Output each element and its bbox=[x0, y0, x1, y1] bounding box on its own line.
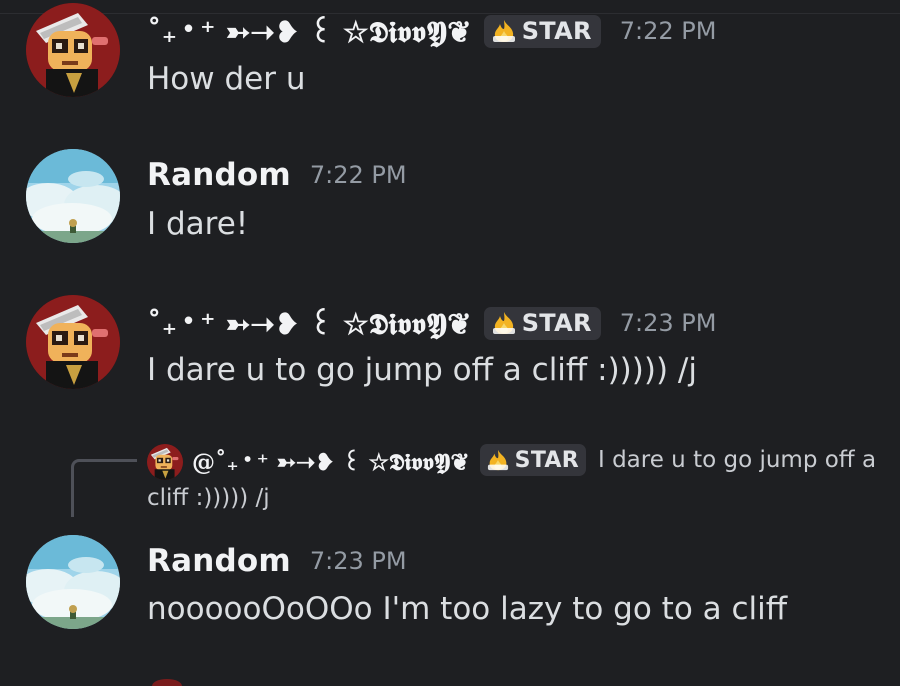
message-header: Random 7:23 PM bbox=[147, 543, 407, 579]
anime-character-avatar-icon bbox=[26, 3, 120, 97]
sky-clouds-avatar-icon bbox=[26, 149, 120, 243]
message-text: I dare! bbox=[147, 206, 249, 242]
avatar[interactable] bbox=[26, 295, 120, 389]
timestamp[interactable]: 7:22 PM bbox=[620, 17, 717, 45]
reply-header: @˚₊‧⁺ ➳➝❥ ꒰ ☆𝕯𝖎𝖛𝖛𝖄❦ STAR I dare u to go … bbox=[192, 444, 876, 476]
reply-text-continued[interactable]: cliff :))))) /j bbox=[147, 485, 270, 511]
reply-connector-line bbox=[71, 459, 137, 517]
flame-icon bbox=[491, 19, 517, 43]
avatar[interactable] bbox=[26, 149, 120, 243]
reply-preview[interactable]: @˚₊‧⁺ ➳➝❥ ꒰ ☆𝕯𝖎𝖛𝖛𝖄❦ STAR I dare u to go … bbox=[0, 440, 900, 520]
message-text: noooooOoOOo I'm too lazy to go to a clif… bbox=[147, 591, 788, 627]
server-tag-label: STAR bbox=[521, 17, 592, 45]
anime-character-avatar-icon bbox=[147, 444, 183, 480]
reply-text[interactable]: I dare u to go jump off a bbox=[598, 447, 876, 473]
avatar[interactable] bbox=[26, 535, 120, 629]
avatar[interactable] bbox=[26, 3, 120, 97]
message-text: How der u bbox=[147, 61, 306, 97]
server-tag[interactable]: STAR bbox=[483, 14, 601, 48]
anime-character-avatar-icon bbox=[26, 295, 120, 389]
reply-avatar[interactable] bbox=[147, 444, 183, 480]
username[interactable]: ˚₊‧⁺ ➳➝❥ ꒰ ☆𝕯𝖎𝖛𝖛𝖄❦ bbox=[147, 304, 472, 342]
server-tag-label: STAR bbox=[514, 447, 579, 473]
message-text: I dare u to go jump off a cliff :))))) /… bbox=[147, 352, 697, 388]
message-header: ˚₊‧⁺ ➳➝❥ ꒰ ☆𝕯𝖎𝖛𝖛𝖄❦ STAR 7:23 PM bbox=[147, 304, 716, 342]
message-header: Random 7:22 PM bbox=[147, 157, 407, 193]
server-tag-label: STAR bbox=[521, 309, 592, 337]
message-header: ˚₊‧⁺ ➳➝❥ ꒰ ☆𝕯𝖎𝖛𝖛𝖄❦ STAR 7:22 PM bbox=[147, 12, 716, 50]
server-tag[interactable]: STAR bbox=[479, 444, 586, 476]
flame-icon bbox=[486, 449, 510, 471]
server-tag[interactable]: STAR bbox=[483, 306, 601, 340]
next-message-avatar[interactable] bbox=[152, 679, 182, 686]
reply-username[interactable]: @˚₊‧⁺ ➳➝❥ ꒰ ☆𝕯𝖎𝖛𝖛𝖄❦ bbox=[192, 445, 470, 476]
timestamp[interactable]: 7:23 PM bbox=[620, 309, 717, 337]
timestamp[interactable]: 7:22 PM bbox=[310, 161, 407, 189]
flame-icon bbox=[491, 311, 517, 335]
username[interactable]: Random bbox=[147, 543, 291, 579]
username[interactable]: ˚₊‧⁺ ➳➝❥ ꒰ ☆𝕯𝖎𝖛𝖛𝖄❦ bbox=[147, 12, 472, 50]
sky-clouds-avatar-icon bbox=[26, 535, 120, 629]
chat-message-list: ˚₊‧⁺ ➳➝❥ ꒰ ☆𝕯𝖎𝖛𝖛𝖄❦ STAR 7:22 PM How der … bbox=[0, 0, 900, 686]
username[interactable]: Random bbox=[147, 157, 291, 193]
timestamp[interactable]: 7:23 PM bbox=[310, 547, 407, 575]
